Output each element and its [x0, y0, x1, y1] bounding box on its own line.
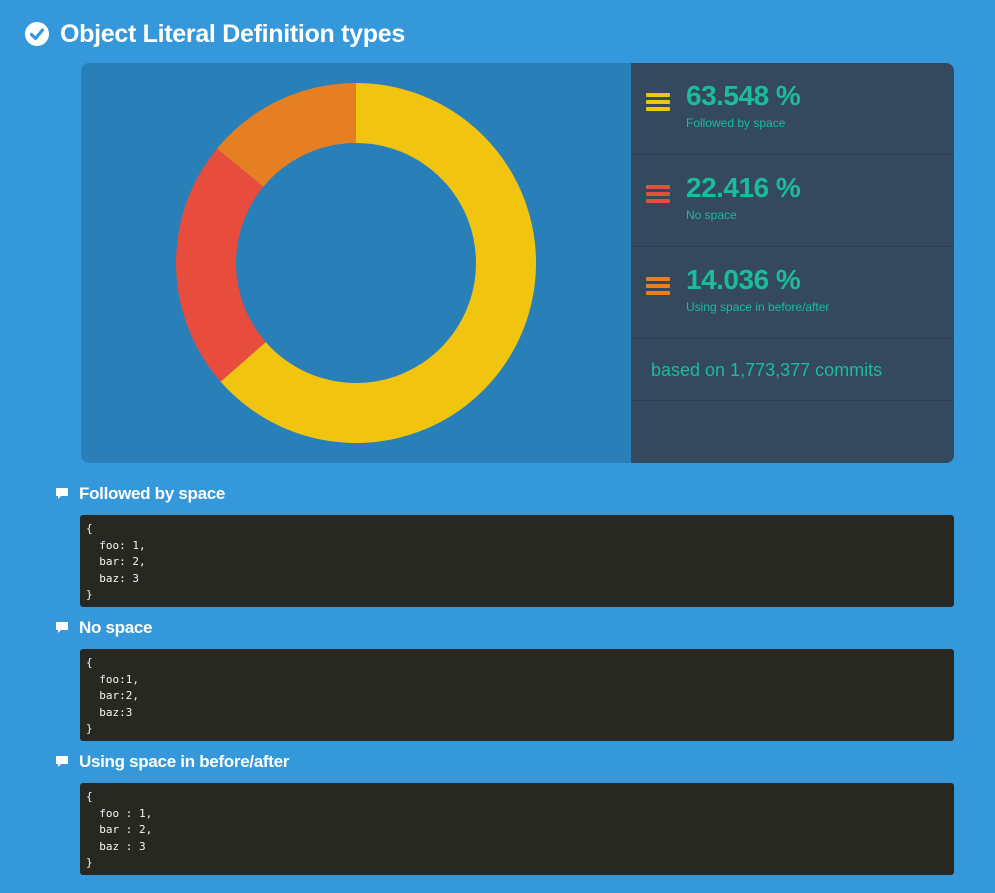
example-title: Using space in before/after — [79, 752, 290, 771]
example-heading: Using space in before/after — [55, 750, 289, 774]
example-heading: No space — [55, 616, 152, 640]
code-block: { foo:1, bar:2, baz:3 } — [80, 649, 954, 741]
stats-panel: 63.548 % Followed by space 22.416 % No s… — [631, 63, 954, 463]
code-block: { foo: 1, bar: 2, baz: 3 } — [80, 515, 954, 607]
stat-no-space: 22.416 % No space — [631, 155, 954, 247]
example-title: Followed by space — [79, 484, 226, 503]
stat-followed-by-space: 63.548 % Followed by space — [631, 63, 954, 155]
stat-value: 22.416 % — [686, 172, 801, 203]
stat-value: 14.036 % — [686, 264, 801, 295]
donut-chart-area — [81, 63, 631, 463]
code-text: { foo:1, bar:2, baz:3 } — [86, 656, 139, 735]
bars-icon — [646, 277, 670, 298]
stat-value: 63.548 % — [686, 80, 801, 111]
stat-label: Using space in before/after — [686, 300, 830, 314]
stat-label: Followed by space — [686, 116, 786, 130]
bars-icon — [646, 185, 670, 206]
code-text: { foo : 1, bar : 2, baz : 3 } — [86, 790, 153, 869]
bars-icon — [646, 93, 670, 114]
comment-icon — [56, 756, 68, 767]
comment-icon — [56, 488, 68, 499]
commits-note: based on 1,773,377 commits — [631, 339, 954, 401]
donut-chart — [175, 83, 536, 443]
page-title: Object Literal Definition types — [60, 19, 405, 48]
check-circle-icon — [25, 22, 49, 46]
stat-using-space-before-after: 14.036 % Using space in before/after — [631, 247, 954, 339]
code-text: { foo: 1, bar: 2, baz: 3 } — [86, 522, 146, 601]
stat-label: No space — [686, 208, 737, 222]
commits-text: based on 1,773,377 commits — [651, 360, 883, 380]
code-block: { foo : 1, bar : 2, baz : 3 } — [80, 783, 954, 875]
page-header: Object Literal Definition types — [24, 18, 405, 50]
comment-icon — [56, 622, 68, 633]
donut-slice-no-space — [175, 148, 266, 382]
chart-card: 63.548 % Followed by space 22.416 % No s… — [81, 63, 954, 463]
example-heading: Followed by space — [55, 482, 225, 506]
example-title: No space — [79, 618, 153, 637]
